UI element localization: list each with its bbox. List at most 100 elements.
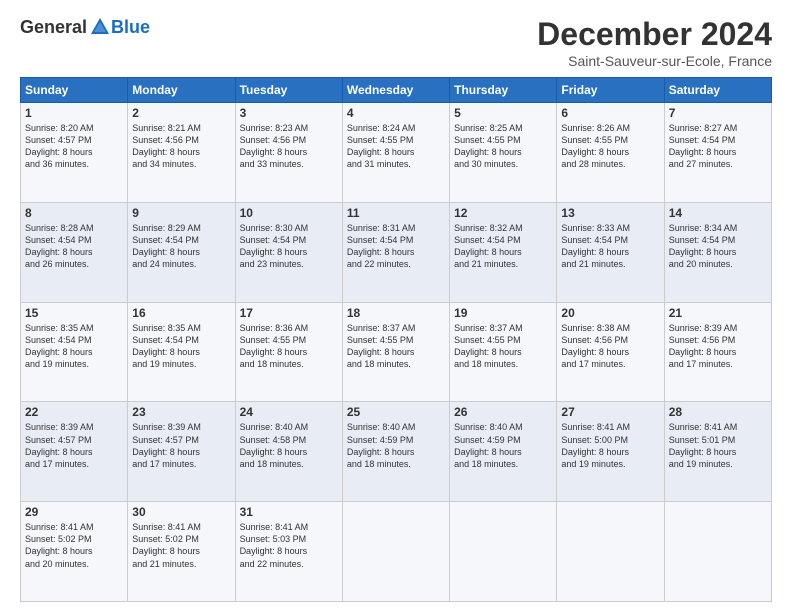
cell-content: Sunrise: 8:41 AMSunset: 5:03 PMDaylight:… — [240, 521, 338, 570]
cell-content: Sunrise: 8:32 AMSunset: 4:54 PMDaylight:… — [454, 222, 552, 271]
calendar-header-row: SundayMondayTuesdayWednesdayThursdayFrid… — [21, 78, 772, 103]
calendar-week-row: 1 Sunrise: 8:20 AMSunset: 4:57 PMDaylight… — [21, 103, 772, 203]
day-number: 1 — [25, 106, 123, 120]
day-number: 10 — [240, 206, 338, 220]
calendar-cell: 9Sunrise: 8:29 AMSunset: 4:54 PMDaylight… — [128, 202, 235, 302]
cell-content: Sunrise: 8:37 AMSunset: 4:55 PMDaylight:… — [347, 322, 445, 371]
cell-content: Sunrise: 8:27 AMSunset: 4:54 PMDaylight:… — [669, 122, 767, 171]
calendar-cell: 8Sunrise: 8:28 AMSunset: 4:54 PMDaylight… — [21, 202, 128, 302]
calendar-cell: 2 Sunrise: 8:21 AMSunset: 4:56 PMDaylight… — [128, 103, 235, 203]
day-of-week-header: Friday — [557, 78, 664, 103]
logo-blue-text: Blue — [111, 17, 150, 38]
calendar-cell: 7 Sunrise: 8:27 AMSunset: 4:54 PMDaylight… — [664, 103, 771, 203]
day-number: 2 — [132, 106, 230, 120]
cell-content: Sunrise: 8:25 AMSunset: 4:55 PMDaylight:… — [454, 122, 552, 171]
day-number: 21 — [669, 306, 767, 320]
day-number: 17 — [240, 306, 338, 320]
calendar-cell: 17Sunrise: 8:36 AMSunset: 4:55 PMDayligh… — [235, 302, 342, 402]
day-number: 6 — [561, 106, 659, 120]
calendar-cell: 18 Sunrise: 8:37 AMSunset: 4:55 PMDayligh… — [342, 302, 449, 402]
day-number: 16 — [132, 306, 230, 320]
day-number: 25 — [347, 405, 445, 419]
day-number: 29 — [25, 505, 123, 519]
day-number: 12 — [454, 206, 552, 220]
day-number: 3 — [240, 106, 338, 120]
cell-content: Sunrise: 8:34 AMSunset: 4:54 PMDaylight:… — [669, 222, 767, 271]
calendar-cell: 6 Sunrise: 8:26 AMSunset: 4:55 PMDaylight… — [557, 103, 664, 203]
cell-content: Sunrise: 8:30 AMSunset: 4:54 PMDaylight:… — [240, 222, 338, 271]
calendar-cell: 28 Sunrise: 8:41 AMSunset: 5:01 PMDayligh… — [664, 402, 771, 502]
day-number: 4 — [347, 106, 445, 120]
location: Saint-Sauveur-sur-Ecole, France — [537, 53, 772, 69]
calendar-cell: 27Sunrise: 8:41 AMSunset: 5:00 PMDayligh… — [557, 402, 664, 502]
cell-content: Sunrise: 8:20 AMSunset: 4:57 PMDaylight:… — [25, 122, 123, 171]
day-number: 23 — [132, 405, 230, 419]
calendar-cell: 1 Sunrise: 8:20 AMSunset: 4:57 PMDaylight… — [21, 103, 128, 203]
calendar-cell — [664, 502, 771, 602]
day-number: 18 — [347, 306, 445, 320]
cell-content: Sunrise: 8:40 AMSunset: 4:58 PMDaylight:… — [240, 421, 338, 470]
calendar-cell: 21 Sunrise: 8:39 AMSunset: 4:56 PMDayligh… — [664, 302, 771, 402]
calendar-cell: 19 Sunrise: 8:37 AMSunset: 4:55 PMDayligh… — [450, 302, 557, 402]
calendar-cell: 24 Sunrise: 8:40 AMSunset: 4:58 PMDayligh… — [235, 402, 342, 502]
logo: General Blue — [20, 16, 150, 38]
calendar-cell: 12 Sunrise: 8:32 AMSunset: 4:54 PMDayligh… — [450, 202, 557, 302]
cell-content: Sunrise: 8:37 AMSunset: 4:55 PMDaylight:… — [454, 322, 552, 371]
day-number: 15 — [25, 306, 123, 320]
day-number: 30 — [132, 505, 230, 519]
calendar-cell: 16 Sunrise: 8:35 AMSunset: 4:54 PMDayligh… — [128, 302, 235, 402]
day-number: 19 — [454, 306, 552, 320]
header: General Blue December 2024 Saint-Sauveur… — [20, 16, 772, 69]
day-number: 11 — [347, 206, 445, 220]
day-of-week-header: Sunday — [21, 78, 128, 103]
day-of-week-header: Tuesday — [235, 78, 342, 103]
day-number: 8 — [25, 206, 123, 220]
day-of-week-header: Thursday — [450, 78, 557, 103]
calendar-cell: 23 Sunrise: 8:39 AMSunset: 4:57 PMDayligh… — [128, 402, 235, 502]
day-of-week-header: Monday — [128, 78, 235, 103]
day-number: 5 — [454, 106, 552, 120]
cell-content: Sunrise: 8:40 AMSunset: 4:59 PMDaylight:… — [454, 421, 552, 470]
cell-content: Sunrise: 8:41 AMSunset: 5:02 PMDaylight:… — [132, 521, 230, 570]
logo-icon — [89, 16, 111, 38]
calendar-cell: 25 Sunrise: 8:40 AMSunset: 4:59 PMDayligh… — [342, 402, 449, 502]
calendar-week-row: 29 Sunrise: 8:41 AMSunset: 5:02 PMDayligh… — [21, 502, 772, 602]
calendar-week-row: 8Sunrise: 8:28 AMSunset: 4:54 PMDaylight… — [21, 202, 772, 302]
day-number: 24 — [240, 405, 338, 419]
calendar-cell: 10 Sunrise: 8:30 AMSunset: 4:54 PMDayligh… — [235, 202, 342, 302]
cell-content: Sunrise: 8:39 AMSunset: 4:57 PMDaylight:… — [132, 421, 230, 470]
day-number: 13 — [561, 206, 659, 220]
cell-content: Sunrise: 8:23 AMSunset: 4:56 PMDaylight:… — [240, 122, 338, 171]
day-number: 31 — [240, 505, 338, 519]
calendar-cell: 22Sunrise: 8:39 AMSunset: 4:57 PMDayligh… — [21, 402, 128, 502]
day-of-week-header: Wednesday — [342, 78, 449, 103]
day-number: 20 — [561, 306, 659, 320]
calendar-cell — [342, 502, 449, 602]
calendar-week-row: 15 Sunrise: 8:35 AMSunset: 4:54 PMDayligh… — [21, 302, 772, 402]
cell-content: Sunrise: 8:41 AMSunset: 5:01 PMDaylight:… — [669, 421, 767, 470]
calendar-cell: 30 Sunrise: 8:41 AMSunset: 5:02 PMDayligh… — [128, 502, 235, 602]
day-number: 26 — [454, 405, 552, 419]
day-number: 27 — [561, 405, 659, 419]
day-number: 28 — [669, 405, 767, 419]
day-number: 22 — [25, 405, 123, 419]
cell-content: Sunrise: 8:41 AMSunset: 5:02 PMDaylight:… — [25, 521, 123, 570]
title-section: December 2024 Saint-Sauveur-sur-Ecole, F… — [537, 16, 772, 69]
calendar-cell: 26 Sunrise: 8:40 AMSunset: 4:59 PMDayligh… — [450, 402, 557, 502]
cell-content: Sunrise: 8:21 AMSunset: 4:56 PMDaylight:… — [132, 122, 230, 171]
cell-content: Sunrise: 8:35 AMSunset: 4:54 PMDaylight:… — [132, 322, 230, 371]
calendar-cell: 13Sunrise: 8:33 AMSunset: 4:54 PMDayligh… — [557, 202, 664, 302]
calendar-cell — [557, 502, 664, 602]
day-number: 7 — [669, 106, 767, 120]
cell-content: Sunrise: 8:31 AMSunset: 4:54 PMDaylight:… — [347, 222, 445, 271]
calendar-table: SundayMondayTuesdayWednesdayThursdayFrid… — [20, 77, 772, 602]
day-number: 9 — [132, 206, 230, 220]
calendar-week-row: 22 Sunrise: 8:39 AMSunset: 4:57 PMDayligh… — [21, 402, 772, 502]
page: General Blue December 2024 Saint-Sauveur… — [0, 0, 792, 612]
cell-content: Sunrise: 8:24 AMSunset: 4:55 PMDaylight:… — [347, 122, 445, 171]
cell-content: Sunrise: 8:39 AMSunset: 4:56 PMDaylight:… — [669, 322, 767, 371]
cell-content: Sunrise: 8:40 AMSunset: 4:59 PMDaylight:… — [347, 421, 445, 470]
calendar-cell: 14Sunrise: 8:34 AMSunset: 4:54 PMDayligh… — [664, 202, 771, 302]
calendar-cell: 5 Sunrise: 8:25 AMSunset: 4:55 PMDaylight… — [450, 103, 557, 203]
cell-content: Sunrise: 8:26 AMSunset: 4:55 PMDaylight:… — [561, 122, 659, 171]
